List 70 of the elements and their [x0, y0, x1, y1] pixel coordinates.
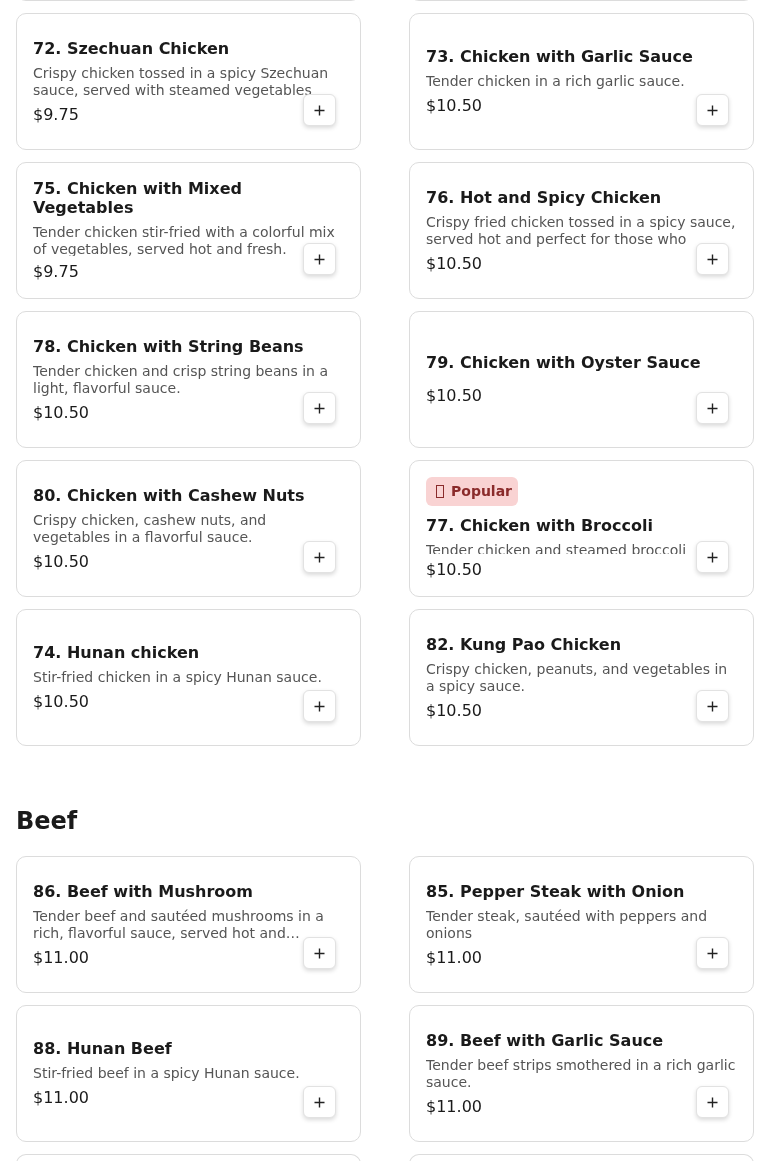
- item-name: 86. Beef with Mushroom: [33, 881, 254, 901]
- item-price: $10.50: [426, 386, 482, 406]
- item-name: 77. Chicken with Broccoli: [426, 516, 654, 535]
- plus-icon: [314, 552, 325, 563]
- item-name: 78. Chicken with String Beans: [33, 336, 305, 356]
- item-description: Tender chicken in a rich garlic sauce.: [426, 73, 686, 90]
- item-description: Tender chicken stir-fried with a colorful mix of vegetables, served hot and fresh.: [33, 224, 336, 256]
- item-name: 72. Szechuan Chicken: [33, 38, 231, 58]
- item-description: Crispy chicken tossed in a spicy Szechuan sauce, served with steamed vegetables: [33, 64, 330, 99]
- plus-icon: [707, 403, 718, 414]
- item-description: Crispy chicken, cashew nuts, and vegetables in a flavorful sauce.: [33, 511, 268, 546]
- plus-icon: [314, 105, 325, 116]
- plus-icon: [314, 254, 325, 265]
- item-description: Stir-fried beef in a spicy Hunan sauce.: [33, 1065, 301, 1082]
- item-name: 80. Chicken with Cashew Nuts: [33, 485, 306, 505]
- item-name: 88. Hunan Beef: [33, 1039, 173, 1058]
- add-button[interactable]: [696, 392, 729, 424]
- plus-icon: [314, 403, 325, 414]
- plus-icon: [707, 105, 718, 116]
- add-button[interactable]: [303, 541, 336, 573]
- section-heading: Beef: [16, 806, 79, 836]
- item-name: 79. Chicken with Oyster Sauce: [426, 353, 702, 372]
- item-name: 85. Pepper Steak with Onion: [426, 881, 686, 901]
- item-description: Tender beef strips smothered in a rich garlic sauce.: [426, 1056, 737, 1091]
- item-description: Crispy fried chicken tossed in a spicy sauce, served hot and perfect for those who: [426, 213, 737, 248]
- item-price: $10.50: [426, 700, 482, 721]
- plus-icon: [314, 701, 325, 712]
- plus-icon: [707, 948, 718, 959]
- item-price: $10.50: [33, 402, 89, 423]
- item-price: $10.50: [33, 551, 89, 572]
- item-name: 76. Hot and Spicy Chicken: [426, 187, 663, 207]
- item-name: 82. Kung Pao Chicken: [426, 634, 623, 654]
- item-name: 89. Beef with Garlic Sauce: [426, 1030, 665, 1050]
- plus-icon: [707, 701, 718, 712]
- item-price: $11.00: [33, 1088, 89, 1108]
- plus-icon: [314, 948, 325, 959]
- item-price: $9.75: [33, 262, 79, 282]
- add-button[interactable]: [303, 937, 336, 969]
- item-name: 73. Chicken with Garlic Sauce: [426, 47, 694, 66]
- item-price: $10.50: [426, 560, 482, 580]
- plus-icon: [707, 552, 718, 563]
- item-price: $9.75: [33, 104, 79, 125]
- add-button[interactable]: [696, 690, 729, 722]
- item-price: $10.50: [426, 253, 482, 274]
- item-price: $10.50: [426, 96, 482, 116]
- item-description: Tender beef and sautéed mushrooms in a rich, flavorful sauce, served hot and…: [33, 907, 325, 942]
- item-price: $10.50: [33, 692, 89, 712]
- item-description: Tender chicken and crisp string beans in a light, flavorful sauce.: [33, 362, 329, 397]
- add-button[interactable]: [696, 937, 729, 969]
- plus-icon: [707, 1097, 718, 1108]
- plus-icon: [314, 1097, 325, 1108]
- missing-glyph-icon: [436, 485, 444, 498]
- add-button[interactable]: [696, 1086, 729, 1118]
- item-name: 75. Chicken with Mixed Vegetables: [33, 179, 243, 217]
- add-button[interactable]: [303, 1086, 336, 1118]
- item-description: Stir-fried chicken in a spicy Hunan sauce.: [33, 669, 323, 686]
- plus-icon: [707, 254, 718, 265]
- item-price: $11.00: [33, 947, 89, 968]
- add-button[interactable]: [696, 94, 729, 126]
- add-button[interactable]: [696, 243, 729, 275]
- badge-label: Popular: [451, 482, 513, 501]
- add-button[interactable]: [303, 392, 336, 424]
- item-price: $11.00: [426, 947, 482, 968]
- item-name: 74. Hunan chicken: [33, 643, 201, 662]
- add-button[interactable]: [696, 541, 729, 573]
- add-button[interactable]: [303, 243, 336, 275]
- item-description: Crispy chicken, peanuts, and vegetables in a spicy sauce.: [426, 660, 729, 695]
- item-description: Tender steak, sautéed with peppers and onions: [426, 907, 709, 942]
- item-price: $11.00: [426, 1096, 482, 1117]
- add-button[interactable]: [303, 690, 336, 722]
